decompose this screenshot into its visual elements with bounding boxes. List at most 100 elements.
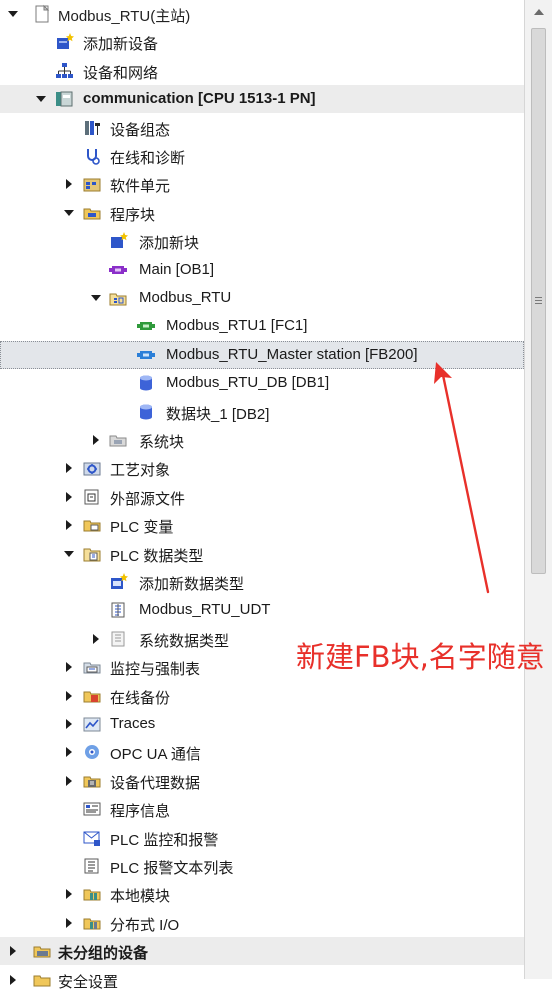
online-backup-icon	[82, 686, 102, 706]
expand-toggle-icon[interactable]	[63, 661, 75, 673]
db-block-icon	[136, 402, 156, 422]
tree-item[interactable]: Modbus_RTU_Master station [FB200]	[0, 340, 524, 369]
technology-objects-icon	[82, 458, 102, 478]
tree-item[interactable]: PLC 监控和报警	[0, 824, 524, 852]
tree-item[interactable]: 系统块	[0, 426, 524, 454]
collapse-toggle-icon[interactable]	[90, 292, 102, 304]
diagnostics-icon	[82, 146, 102, 166]
expand-toggle-icon[interactable]	[63, 462, 75, 474]
db-block-icon	[136, 373, 156, 393]
folder-blocks-icon	[82, 203, 102, 223]
tree-item[interactable]: 工艺对象	[0, 454, 524, 482]
opc-ua-icon	[82, 742, 102, 762]
tree-item[interactable]: PLC 数据类型	[0, 540, 524, 568]
add-datatype-icon	[108, 572, 128, 592]
tree-item[interactable]: 安全设置	[0, 966, 524, 994]
tree-item-label: Main [OB1]	[139, 260, 215, 278]
tree-item-label: 监控与强制表	[110, 661, 201, 679]
tree-item-label: Modbus_RTU	[139, 289, 232, 306]
collapse-toggle-icon[interactable]	[63, 207, 75, 219]
tree-item[interactable]: 设备代理数据	[0, 767, 524, 795]
expand-toggle-icon[interactable]	[63, 519, 75, 531]
tree-item-label: 添加新设备	[83, 36, 159, 54]
expand-toggle-icon[interactable]	[63, 178, 75, 190]
fc-block-icon	[136, 316, 156, 336]
page-icon	[32, 4, 52, 24]
tree-item[interactable]: Modbus_RTU_UDT	[0, 596, 524, 624]
tree-item[interactable]: 数据块_1 [DB2]	[0, 398, 524, 426]
tree-item-label: 本地模块	[110, 888, 171, 906]
scroll-up-arrow-icon[interactable]	[534, 9, 544, 15]
tree-item-label: Traces	[110, 715, 156, 732]
tree-item[interactable]: 软件单元	[0, 170, 524, 198]
tree-item[interactable]: 本地模块	[0, 880, 524, 908]
expand-toggle-icon[interactable]	[7, 945, 19, 957]
tree-item[interactable]: 程序块	[0, 199, 524, 227]
expand-toggle-icon[interactable]	[63, 746, 75, 758]
tree-item[interactable]: 添加新数据类型	[0, 568, 524, 596]
expand-toggle-icon[interactable]	[63, 491, 75, 503]
tree-item[interactable]: Traces	[0, 710, 524, 738]
cpu-icon	[54, 89, 74, 109]
tree-item-label: 软件单元	[110, 178, 171, 196]
tree-item-label: PLC 监控和报警	[110, 831, 219, 849]
expand-toggle-icon[interactable]	[63, 718, 75, 730]
tree-item[interactable]: PLC 报警文本列表	[0, 852, 524, 880]
tree-item[interactable]: Main [OB1]	[0, 256, 524, 284]
device-proxy-icon	[82, 771, 102, 791]
tree-item[interactable]: Modbus_RTU	[0, 284, 524, 312]
tree-item[interactable]: 程序信息	[0, 795, 524, 823]
tree-item[interactable]: 未分组的设备	[0, 937, 524, 966]
tree-item[interactable]: Modbus_RTU1 [FC1]	[0, 312, 524, 340]
expand-toggle-icon[interactable]	[90, 633, 102, 645]
collapse-toggle-icon[interactable]	[63, 548, 75, 560]
plc-alarms-icon	[82, 828, 102, 848]
tree-item[interactable]: PLC 变量	[0, 511, 524, 539]
tree-item-label: OPC UA 通信	[110, 746, 201, 764]
expand-toggle-icon[interactable]	[63, 690, 75, 702]
tree-item[interactable]: 添加新块	[0, 227, 524, 255]
software-units-icon	[82, 174, 102, 194]
add-block-icon	[108, 231, 128, 251]
fb-block-icon	[136, 345, 156, 365]
tree-item-label: PLC 数据类型	[110, 547, 204, 565]
tree-item-label: 添加新块	[139, 235, 200, 253]
tree-item-label: 外部源文件	[110, 490, 186, 508]
tree-item-label: Modbus_RTU_DB [DB1]	[166, 374, 330, 392]
vertical-scrollbar[interactable]	[524, 0, 552, 979]
expand-toggle-icon[interactable]	[90, 434, 102, 446]
tree-item[interactable]: 添加新设备	[0, 28, 524, 56]
tree-item-label: communication [CPU 1513-1 PN]	[83, 90, 316, 108]
tree-item[interactable]: 外部源文件	[0, 483, 524, 511]
tree-item[interactable]: Modbus_RTU_DB [DB1]	[0, 369, 524, 397]
expand-toggle-icon[interactable]	[7, 974, 19, 986]
tree-item[interactable]: 分布式 I/O	[0, 909, 524, 937]
traces-icon	[82, 714, 102, 734]
tree-item[interactable]: communication [CPU 1513-1 PN]	[0, 85, 524, 114]
expand-toggle-icon[interactable]	[63, 775, 75, 787]
expand-toggle-icon[interactable]	[63, 888, 75, 900]
watch-tables-icon	[82, 657, 102, 677]
scrollbar-thumb[interactable]	[531, 28, 546, 574]
expand-toggle-icon[interactable]	[63, 917, 75, 929]
tree-item-label: PLC 报警文本列表	[110, 860, 234, 877]
collapse-toggle-icon[interactable]	[7, 8, 19, 20]
system-blocks-icon	[108, 430, 128, 450]
grip-icon	[535, 297, 542, 305]
tree-item-label: 分布式 I/O	[110, 916, 180, 934]
tree-item-label: Modbus_RTU_Master station [FB200]	[166, 345, 418, 363]
tree-item-label: Modbus_RTU(主站)	[58, 8, 191, 25]
tree-item[interactable]: 设备组态	[0, 114, 524, 142]
tree-item[interactable]: 在线和诊断	[0, 142, 524, 170]
external-source-icon	[82, 487, 102, 507]
ungrouped-devices-icon	[32, 941, 52, 961]
collapse-toggle-icon[interactable]	[35, 93, 47, 105]
tree-item-label: 未分组的设备	[58, 945, 149, 963]
tree-item[interactable]: 设备和网络	[0, 57, 524, 85]
tree-item-label: 系统块	[139, 434, 185, 451]
tree-item[interactable]: Modbus_RTU(主站)	[0, 0, 524, 28]
tree-item[interactable]: OPC UA 通信	[0, 738, 524, 766]
tree-item[interactable]: 在线备份	[0, 682, 524, 710]
tree-item-label: Modbus_RTU1 [FC1]	[166, 317, 308, 335]
tree-item-label: 安全设置	[58, 973, 119, 991]
